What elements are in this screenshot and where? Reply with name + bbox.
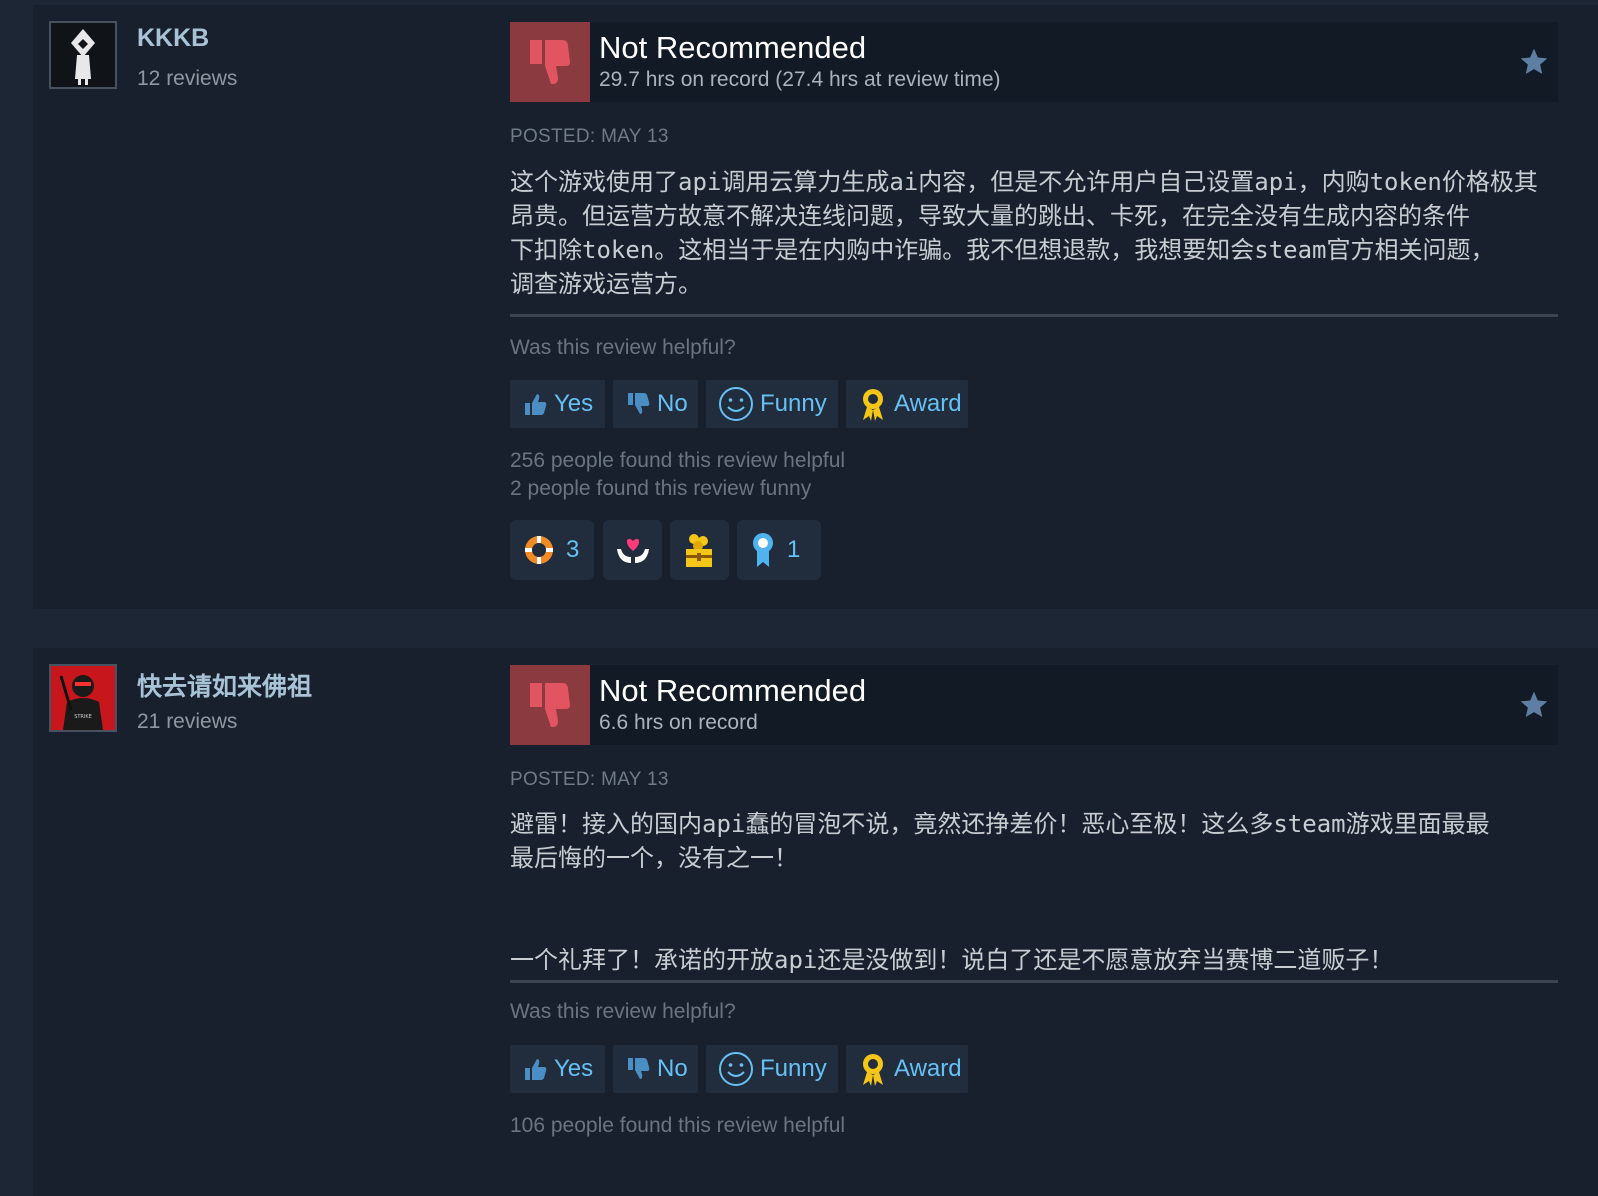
funny-count: 2 people found this review funny [510,477,812,500]
avatar[interactable]: STRIKE [49,664,117,732]
award-medal-icon [863,1054,883,1086]
award-heart-hands[interactable] [603,520,662,580]
review-count[interactable]: 12 reviews [137,67,237,91]
avatar[interactable] [49,21,117,89]
review-count[interactable]: 21 reviews [137,710,237,734]
award-count: 3 [566,536,580,563]
vote-no-button[interactable]: No [613,380,698,428]
thumbs-down-icon [510,665,590,745]
author-name[interactable]: KKKB [137,24,209,53]
thumbs-down-icon [628,393,650,414]
vote-yes-label: Yes [554,390,594,417]
lifebuoy-icon [525,536,553,564]
vote-no-button[interactable]: No [613,1045,698,1093]
award-button[interactable]: Award [846,380,968,428]
thumbs-up-icon [525,1059,547,1080]
vote-yes-label: Yes [554,1055,594,1082]
vote-no-label: No [657,1055,688,1082]
treasure-chest-icon [686,534,712,567]
award-ribbon[interactable]: 1 [737,520,821,580]
author-name[interactable]: 快去请如来佛祖 [137,667,312,703]
award-label: Award [894,390,962,417]
award-count: 1 [787,536,801,563]
award-lifebuoy[interactable]: 3 [510,520,594,580]
posted-date: POSTED: MAY 13 [510,769,669,790]
playtime: 29.7 hrs on record (27.4 hrs at review t… [599,68,1001,91]
vote-funny-button[interactable]: Funny [706,1045,838,1093]
verdict-bar: Not Recommended 6.6 hrs on record [510,665,1558,745]
svg-text:STRIKE: STRIKE [74,714,92,720]
helpful-question: Was this review helpful? [510,336,736,359]
award-label: Award [894,1055,962,1082]
vote-funny-label: Funny [760,390,827,417]
divider [510,980,1558,983]
award-medal-icon [863,389,883,421]
thumbs-up-icon [525,394,547,415]
vote-no-label: No [657,390,688,417]
verdict-bar: Not Recommended 29.7 hrs on record (27.4… [510,22,1558,102]
posted-date: POSTED: MAY 13 [510,126,669,147]
review-text: 避雷！接入的国内api蠢的冒泡不说，竟然还挣差价！恶心至极！这么多steam游戏… [510,810,1490,974]
vote-funny-label: Funny [760,1055,827,1082]
thumbs-down-icon [510,22,590,102]
playtime: 6.6 hrs on record [599,711,758,734]
vote-yes-button[interactable]: Yes [510,1045,605,1093]
review-text: 这个游戏使用了api调用云算力生成ai内容，但是不允许用户自己设置api，内购t… [510,168,1538,298]
award-button[interactable]: Award [846,1045,968,1093]
review-card: STRIKE 快去请如来佛祖 21 reviews Not Recommende… [33,648,1598,1196]
helpful-count: 106 people found this review helpful [510,1114,846,1137]
star-icon[interactable] [1518,689,1550,721]
helpful-count: 256 people found this review helpful [510,449,846,472]
award-treasure[interactable] [670,520,729,580]
smiley-icon [719,1052,753,1086]
smiley-icon [719,387,753,421]
heart-hands-icon [617,538,649,563]
verdict-title[interactable]: Not Recommended [599,673,866,709]
divider [510,314,1558,317]
vote-funny-button[interactable]: Funny [706,380,838,428]
review-card: KKKB 12 reviews Not Recommended 29.7 hrs… [33,5,1598,609]
helpful-question: Was this review helpful? [510,1000,736,1023]
verdict-title[interactable]: Not Recommended [599,30,866,66]
star-icon[interactable] [1518,46,1550,78]
vote-yes-button[interactable]: Yes [510,380,605,428]
thumbs-down-icon [628,1058,650,1079]
ribbon-icon [753,533,773,567]
